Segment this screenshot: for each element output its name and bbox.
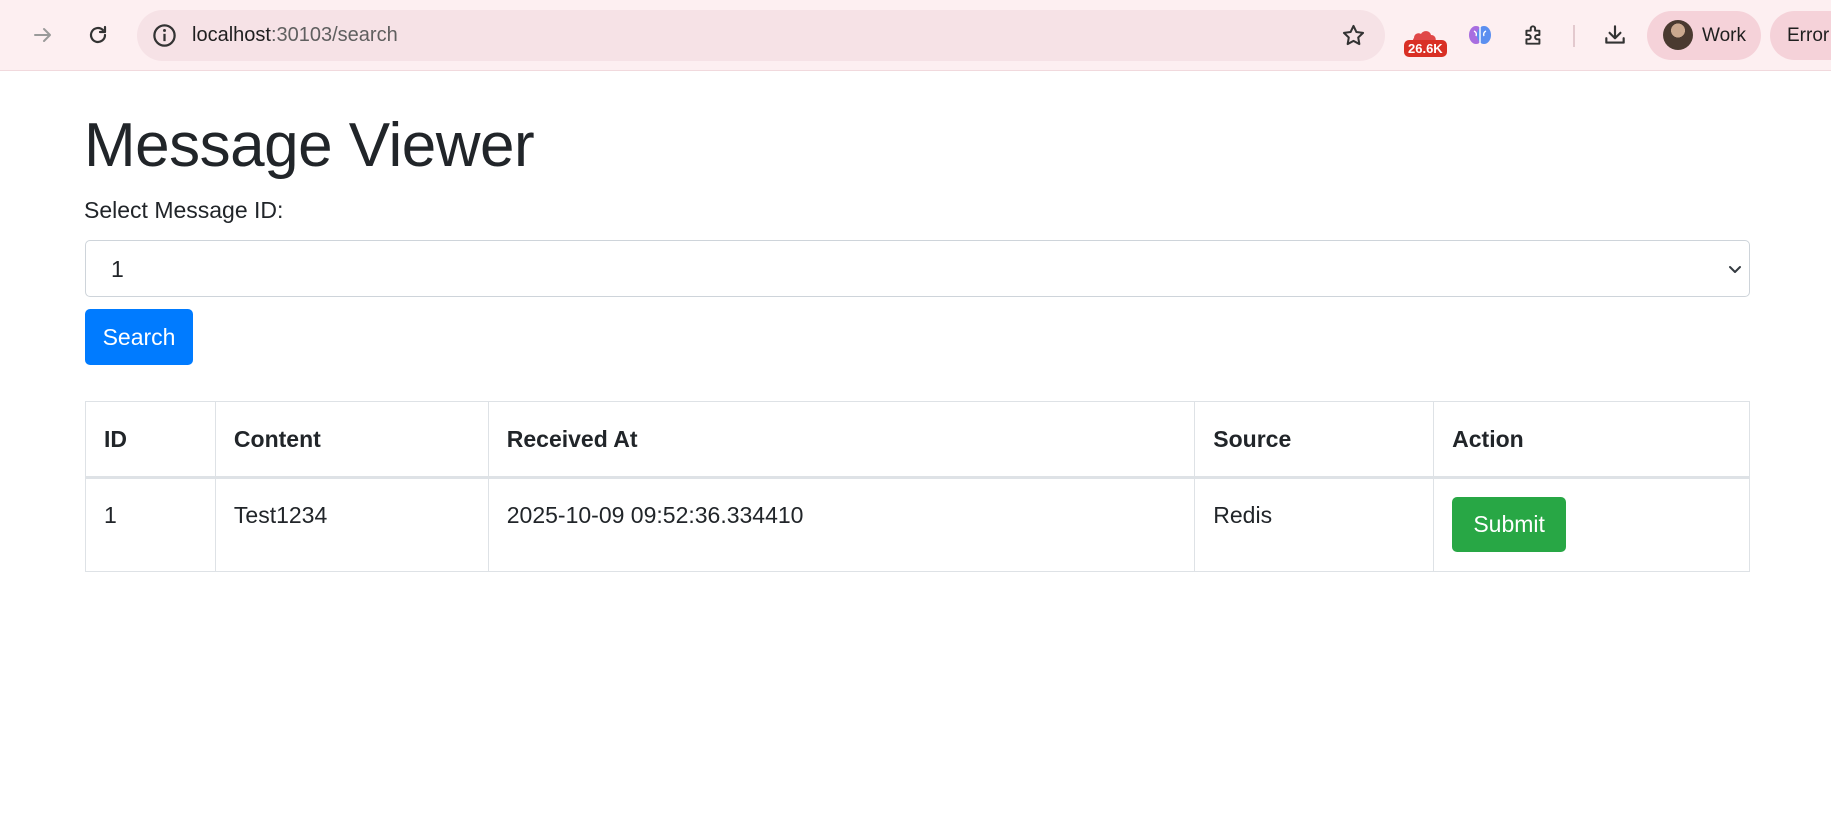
chevron-down-icon	[1729, 266, 1741, 273]
browser-toolbar: localhost:30103/search 26.6K Work Error	[0, 0, 1831, 71]
cell-action: Submit	[1433, 477, 1750, 572]
cell-received-at: 2025-10-09 09:52:36.334410	[487, 477, 1196, 572]
selected-message-id: 1	[111, 256, 124, 282]
downloads-button[interactable]	[1593, 13, 1637, 57]
puzzle-icon	[1525, 25, 1541, 45]
brain-icon	[1469, 26, 1491, 44]
forward-button[interactable]	[21, 13, 65, 57]
column-header-source: Source	[1194, 401, 1435, 479]
extensions-button[interactable]	[1512, 13, 1556, 57]
profile-label: Work	[1702, 25, 1746, 46]
error-button[interactable]: Error	[1770, 11, 1831, 60]
message-id-select[interactable]: 1	[85, 240, 1750, 297]
column-header-received-at: Received At	[487, 401, 1196, 479]
search-button[interactable]: Search	[85, 309, 193, 365]
table-header-row: ID Content Received At Source Action	[85, 401, 1750, 479]
download-icon	[1605, 25, 1625, 44]
column-header-id: ID	[85, 401, 216, 479]
extension-button-brain[interactable]	[1458, 13, 1502, 57]
cell-content: Test1234	[214, 477, 489, 572]
url-path: :30103/search	[270, 24, 398, 46]
avatar	[1663, 20, 1693, 50]
extension-badge: 26.6K	[1404, 40, 1447, 57]
bookmark-star-icon[interactable]	[1340, 22, 1367, 49]
column-header-content: Content	[214, 401, 489, 479]
url-host: localhost	[192, 24, 271, 46]
toolbar-divider	[1573, 25, 1575, 47]
arrow-right-icon	[34, 28, 51, 42]
error-label: Error	[1787, 25, 1830, 46]
messages-table: ID Content Received At Source Action 1 T…	[85, 401, 1750, 572]
address-bar[interactable]: localhost:30103/search	[137, 10, 1385, 61]
select-message-id-label: Select Message ID:	[84, 197, 284, 223]
table-row: 1 Test1234 2025-10-09 09:52:36.334410 Re…	[85, 477, 1750, 572]
column-header-action: Action	[1433, 401, 1750, 479]
reload-button[interactable]	[76, 13, 120, 57]
site-info-icon[interactable]	[151, 22, 178, 49]
submit-button[interactable]: Submit	[1452, 497, 1567, 552]
cell-id: 1	[85, 477, 216, 572]
url-text[interactable]: localhost:30103/search	[192, 10, 398, 61]
reload-icon	[89, 25, 107, 44]
page-title: Message Viewer	[84, 111, 535, 180]
profile-button[interactable]: Work	[1647, 11, 1761, 60]
cell-source: Redis	[1194, 477, 1435, 572]
